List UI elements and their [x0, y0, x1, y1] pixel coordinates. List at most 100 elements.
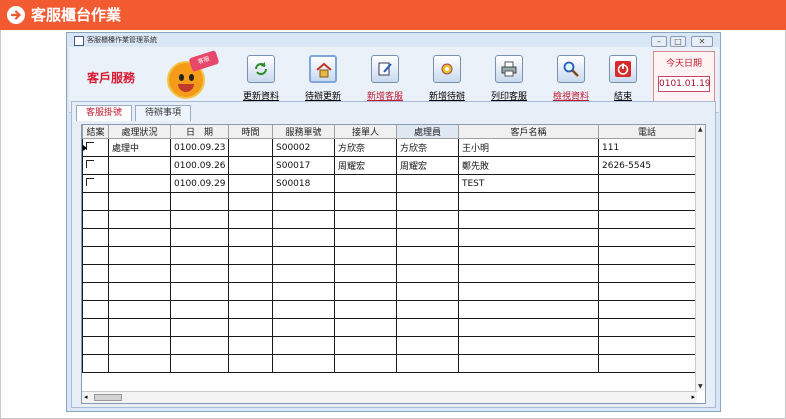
horizontal-scrollbar[interactable]: ◂ ▸: [82, 391, 697, 403]
maximize-button[interactable]: □: [670, 36, 686, 47]
closed-checkbox[interactable]: [82, 138, 109, 157]
exit-button[interactable]: 結束: [595, 51, 651, 107]
table-cell: [598, 354, 696, 373]
update-todo-button[interactable]: 待辦更新: [295, 51, 351, 107]
table-cell: [272, 282, 335, 301]
table-row[interactable]: [82, 336, 696, 355]
table-cell: 鄭先敗: [458, 156, 599, 175]
table-cell: [170, 336, 229, 355]
table-row[interactable]: [82, 210, 696, 229]
scroll-left-icon[interactable]: ◂: [84, 393, 88, 401]
table-cell: [458, 192, 599, 211]
page-banner: 客服櫃台作業: [0, 0, 786, 30]
closed-checkbox[interactable]: [82, 174, 109, 193]
table-cell: [108, 192, 171, 211]
vertical-scrollbar[interactable]: ▲ ▼: [695, 125, 705, 391]
minimize-button[interactable]: –: [651, 36, 667, 47]
col-header-date[interactable]: 日 期: [170, 125, 229, 139]
table-cell: [334, 300, 397, 319]
scroll-right-icon[interactable]: ▸: [691, 393, 695, 401]
closed-checkbox[interactable]: [82, 210, 109, 229]
checkbox-icon[interactable]: [86, 178, 94, 186]
closed-checkbox[interactable]: [82, 264, 109, 283]
table-row[interactable]: [82, 246, 696, 265]
table-row[interactable]: 0100.09.26 S00017 周耀宏 周耀宏 鄭先敗 2626-5545: [82, 156, 696, 175]
table-row[interactable]: [82, 192, 696, 211]
table-row[interactable]: [82, 318, 696, 337]
closed-checkbox[interactable]: [82, 354, 109, 373]
table-cell: [598, 246, 696, 265]
tab-service-registration[interactable]: 客服掛號: [76, 105, 132, 121]
table-cell: [396, 336, 459, 355]
closed-checkbox[interactable]: [82, 336, 109, 355]
table-row[interactable]: [82, 228, 696, 247]
table-cell: [228, 318, 273, 337]
col-header-status[interactable]: 處理狀況: [108, 125, 171, 139]
col-header-handler[interactable]: 處理員: [396, 125, 459, 139]
table-cell: [598, 336, 696, 355]
table-cell: [228, 354, 273, 373]
print-service-button[interactable]: 列印客服: [481, 51, 537, 107]
table-cell: [334, 246, 397, 265]
table-cell: 0100.09.23: [170, 138, 229, 157]
col-header-receiver[interactable]: 接單人: [334, 125, 397, 139]
table-cell: 周耀宏: [334, 156, 397, 175]
col-header-time[interactable]: 時間: [228, 125, 273, 139]
table-cell: [170, 192, 229, 211]
table-cell: TEST: [458, 174, 599, 193]
table-cell: [228, 174, 273, 193]
table-cell: [108, 174, 171, 193]
table-cell: [108, 318, 171, 337]
table-cell: [228, 228, 273, 247]
tab-todo-items[interactable]: 待辦事項: [135, 105, 191, 121]
col-header-order-no[interactable]: 服務單號: [272, 125, 335, 139]
close-button[interactable]: ✕: [691, 36, 713, 47]
table-cell: [272, 210, 335, 229]
view-data-button[interactable]: 檢視資料: [543, 51, 599, 107]
closed-checkbox[interactable]: [82, 282, 109, 301]
table-cell: [228, 138, 273, 157]
table-cell: [228, 210, 273, 229]
table-cell: [458, 282, 599, 301]
table-row[interactable]: [82, 264, 696, 283]
table-row[interactable]: [82, 300, 696, 319]
scroll-thumb[interactable]: [94, 394, 122, 401]
table-cell: [272, 354, 335, 373]
scroll-down-icon[interactable]: ▼: [698, 383, 703, 390]
table-cell: S00018: [272, 174, 335, 193]
col-header-phone[interactable]: 電話: [598, 125, 696, 139]
table-row[interactable]: [82, 282, 696, 301]
checkbox-icon[interactable]: [86, 160, 94, 168]
col-header-closed[interactable]: 結案: [82, 125, 109, 139]
current-row-marker-icon: [83, 145, 87, 151]
table-cell: 處理中: [108, 138, 171, 157]
table-cell: [396, 228, 459, 247]
table-row[interactable]: [82, 354, 696, 373]
refresh-data-button[interactable]: 更新資料: [233, 51, 289, 107]
table-cell: [108, 156, 171, 175]
table-cell: [598, 174, 696, 193]
table-row[interactable]: 0100.09.29 S00018 TEST: [82, 174, 696, 193]
home-icon: [309, 55, 337, 83]
col-header-customer[interactable]: 客戶名稱: [458, 125, 599, 139]
closed-checkbox[interactable]: [82, 156, 109, 175]
closed-checkbox[interactable]: [82, 246, 109, 265]
add-todo-button[interactable]: 新增待辦: [419, 51, 475, 107]
closed-checkbox[interactable]: [82, 318, 109, 337]
closed-checkbox[interactable]: [82, 300, 109, 319]
table-cell: [228, 246, 273, 265]
closed-checkbox[interactable]: [82, 228, 109, 247]
scroll-up-icon[interactable]: ▲: [698, 126, 703, 133]
table-row[interactable]: 處理中 0100.09.23 S00002 方欣奈 方欣奈 王小明 111: [82, 138, 696, 157]
add-service-button[interactable]: 新增客服: [357, 51, 413, 107]
closed-checkbox[interactable]: [82, 192, 109, 211]
table-cell: [396, 318, 459, 337]
checkbox-icon[interactable]: [86, 142, 94, 150]
table-cell: [458, 264, 599, 283]
table-cell: [334, 282, 397, 301]
table-cell: [170, 354, 229, 373]
table-cell: [272, 192, 335, 211]
table-cell: [396, 174, 459, 193]
customer-service-logo: 客戶服務 客服: [75, 50, 223, 107]
table-cell: [272, 264, 335, 283]
